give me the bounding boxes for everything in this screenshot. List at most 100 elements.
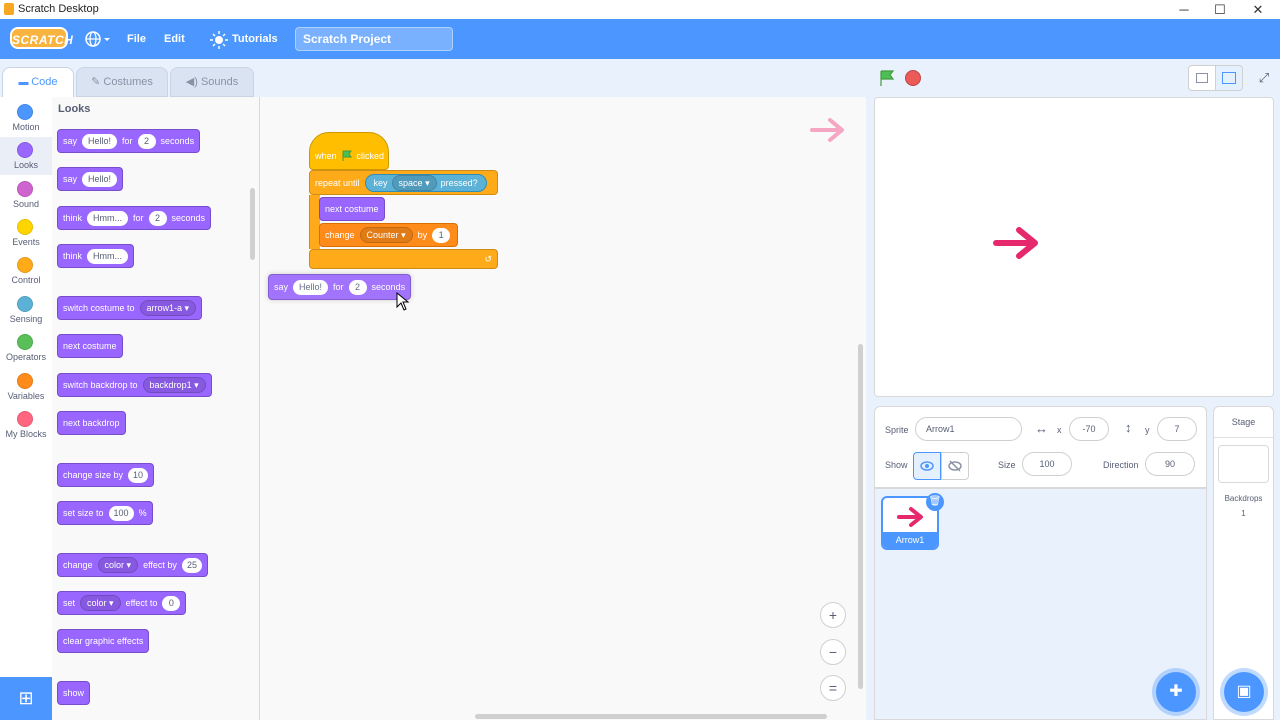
change-value-input[interactable]: 1 (432, 227, 451, 243)
stop-icon[interactable] (905, 70, 921, 86)
backdrop-dropdown[interactable]: backdrop1 ▾ (142, 377, 206, 393)
large-stage-button[interactable] (1215, 65, 1243, 91)
size-input[interactable]: 100 (108, 505, 134, 521)
size-input[interactable]: 10 (128, 467, 149, 483)
stage-canvas[interactable] (874, 97, 1274, 397)
minimize-button[interactable]: ─ (1166, 0, 1202, 19)
block-next-backdrop[interactable]: next backdrop (57, 411, 126, 435)
fullscreen-button[interactable]: ⤢ (1250, 65, 1278, 91)
block-switch-backdrop[interactable]: switch backdrop to backdrop1 ▾ (57, 373, 212, 397)
arrow-sprite[interactable] (993, 224, 1043, 264)
effect-dropdown[interactable]: color ▾ (80, 595, 121, 611)
effect-input[interactable]: 25 (181, 557, 202, 573)
block-show[interactable]: show (57, 681, 91, 705)
seconds-input[interactable]: 2 (148, 210, 167, 226)
tab-code[interactable]: ▬ Code (2, 67, 74, 97)
block-set-size[interactable]: set size to 100 % (57, 501, 153, 525)
seconds-input[interactable]: 2 (348, 279, 367, 295)
category-my-blocks[interactable]: My Blocks (0, 406, 52, 444)
block-clear-graphic-effects[interactable]: clear graphic effects (57, 629, 150, 653)
block-text: show (63, 688, 85, 698)
block-say-for-seconds[interactable]: say Hello! for 2 seconds (57, 129, 201, 153)
category-sensing[interactable]: Sensing (0, 291, 52, 329)
vertical-scrollbar[interactable] (858, 344, 863, 689)
tutorials-menu[interactable]: Tutorials (232, 19, 278, 59)
message-input[interactable]: Hello! (82, 171, 118, 187)
sprite-name-input[interactable]: Arrow1 (915, 417, 1022, 441)
close-button[interactable]: ✕ (1240, 0, 1276, 19)
language-menu[interactable] (84, 29, 110, 52)
file-menu[interactable]: File (127, 19, 146, 59)
tab-costumes[interactable]: ✎ Costumes (76, 67, 168, 97)
category-motion[interactable]: Motion (0, 99, 52, 137)
tab-sounds[interactable]: ◀) Sounds (170, 67, 254, 97)
block-text: effect by (143, 560, 177, 570)
block-next-costume[interactable]: next costume (57, 334, 123, 358)
show-label: Show (885, 460, 908, 470)
effect-dropdown[interactable]: color ▾ (97, 557, 139, 573)
small-stage-button[interactable] (1188, 65, 1216, 91)
message-input[interactable]: Hello! (82, 133, 118, 149)
trash-icon: 🗑 (928, 496, 942, 507)
costume-dropdown[interactable]: arrow1-a ▾ (139, 300, 197, 316)
block-next-costume[interactable]: next costume (319, 197, 385, 221)
add-backdrop-button[interactable]: ▣ (1224, 672, 1264, 712)
effect-input[interactable]: 0 (162, 595, 181, 611)
zoom-in-button[interactable]: + (820, 602, 846, 628)
variable-dropdown[interactable]: Counter ▾ (359, 227, 413, 243)
block-set-effect[interactable]: set color ▾ effect to 0 (57, 591, 187, 615)
category-looks[interactable]: Looks (0, 137, 52, 175)
category-operators[interactable]: Operators (0, 329, 52, 367)
stage-pane-title: Stage (1231, 417, 1256, 427)
dragged-block-say-for-seconds[interactable]: say Hello! for 2 seconds (268, 274, 412, 300)
project-title-input[interactable]: Scratch Project (295, 27, 453, 51)
show-visible-button[interactable] (913, 452, 941, 480)
block-text: clear graphic effects (63, 636, 144, 646)
block-switch-costume[interactable]: switch costume to arrow1-a ▾ (57, 296, 203, 320)
block-change-variable[interactable]: change Counter ▾ by 1 (319, 223, 458, 247)
block-think-for-seconds[interactable]: think Hmm... for 2 seconds (57, 206, 212, 230)
backdrop-thumbnail[interactable] (1218, 445, 1269, 483)
palette-scrollbar[interactable] (250, 188, 255, 260)
sensing-block-key-pressed[interactable]: key space ▾ pressed? (364, 173, 487, 192)
edit-menu[interactable]: Edit (164, 19, 185, 59)
message-input[interactable]: Hmm... (87, 248, 129, 264)
delete-sprite-button[interactable]: 🗑 (926, 493, 944, 511)
add-sprite-button[interactable]: ✚ (1156, 672, 1196, 712)
add-extension-button[interactable]: ⊞ (0, 677, 52, 720)
category-variables[interactable]: Variables (0, 368, 52, 406)
show-hidden-button[interactable] (941, 452, 969, 480)
block-think[interactable]: think Hmm... (57, 244, 135, 268)
stage-selector[interactable]: Stage Backdrops 1 ▣ (1213, 406, 1274, 720)
large-stage-icon (1222, 72, 1236, 84)
key-dropdown[interactable]: space ▾ (391, 174, 437, 191)
category-sound[interactable]: Sound (0, 176, 52, 214)
script-area[interactable]: when clicked repeat until key space ▾ pr… (260, 97, 866, 720)
zoom-out-button[interactable]: − (820, 639, 846, 665)
block-change-effect[interactable]: change color ▾ effect by 25 (57, 553, 208, 577)
horizontal-scrollbar[interactable] (475, 714, 827, 719)
sprite-thumbnail-arrow-icon (897, 507, 923, 527)
stage-pane-divider (1214, 437, 1273, 438)
green-flag-icon[interactable] (878, 69, 896, 87)
maximize-button[interactable]: ☐ (1202, 0, 1238, 19)
x-position-input[interactable]: -70 (1069, 417, 1109, 441)
category-events[interactable]: Events (0, 214, 52, 252)
block-text: say (274, 282, 289, 292)
size-input[interactable]: 100 (1022, 452, 1072, 476)
block-text: change (63, 560, 93, 570)
message-input[interactable]: Hello! (293, 279, 329, 295)
block-change-size[interactable]: change size by 10 (57, 463, 155, 487)
repeat-until-top: repeat until key space ▾ pressed? (309, 170, 498, 195)
zoom-reset-button[interactable]: = (820, 675, 846, 701)
category-label: Motion (12, 122, 40, 132)
category-control[interactable]: Control (0, 252, 52, 290)
direction-input[interactable]: 90 (1145, 452, 1195, 476)
scratch-logo[interactable]: SCRATCH (10, 27, 73, 49)
hat-block-when-flag-clicked[interactable]: when clicked (309, 132, 389, 170)
block-palette: Looks say Hello! for 2 seconds say Hello… (52, 97, 260, 720)
block-say[interactable]: say Hello! (57, 167, 124, 191)
seconds-input[interactable]: 2 (137, 133, 156, 149)
message-input[interactable]: Hmm... (87, 210, 129, 226)
y-position-input[interactable]: 7 (1157, 417, 1197, 441)
